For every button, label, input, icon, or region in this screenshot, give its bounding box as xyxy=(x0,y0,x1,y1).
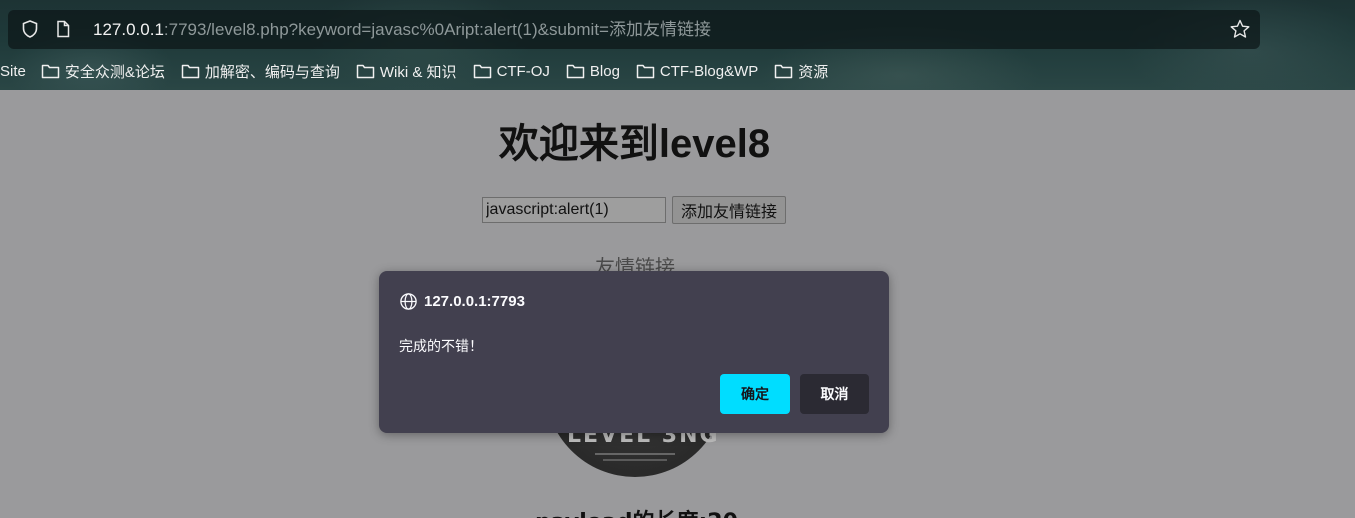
payload-length: payload的长度:20 xyxy=(535,504,738,518)
alert-dialog: 127.0.0.1:7793 完成的不错！ 确定 取消 xyxy=(379,271,889,433)
url-host: 127.0.0.1 xyxy=(93,20,164,39)
bookmarks-toolbar: Site 安全众测&论坛 加解密、编码与查询 Wiki & 知识 CTF-OJ … xyxy=(0,60,844,82)
bookmark-label: 加解密、编码与查询 xyxy=(204,63,340,81)
page-icon[interactable] xyxy=(53,19,73,39)
address-bar[interactable]: 127.0.0.1:7793/level8.php?keyword=javasc… xyxy=(8,10,1260,49)
folder-icon xyxy=(473,64,491,79)
url-path: :7793/level8.php?keyword=javasc%0Aript:a… xyxy=(163,20,711,39)
bookmark-folder[interactable]: 资源 xyxy=(774,61,828,82)
bookmark-label: CTF-OJ xyxy=(496,62,550,80)
bookmark-label: Wiki & 知识 xyxy=(379,63,457,81)
keyword-input[interactable] xyxy=(482,197,666,223)
page-title: 欢迎来到level8 xyxy=(498,122,771,166)
folder-icon xyxy=(775,64,793,79)
bookmark-label: CTF-Blog&WP xyxy=(659,62,759,80)
bookmark-label: Site xyxy=(0,62,26,80)
bookmark-label: 资源 xyxy=(798,63,829,81)
ok-button[interactable]: 确定 xyxy=(720,374,790,414)
browser-chrome: 127.0.0.1:7793/level8.php?keyword=javasc… xyxy=(0,0,1355,90)
bookmark-folder[interactable]: Blog xyxy=(566,63,620,80)
bookmark-label: Blog xyxy=(589,62,620,80)
bookmark-folder[interactable]: CTF-OJ xyxy=(473,63,550,80)
folder-icon xyxy=(41,64,60,79)
url-text[interactable]: 127.0.0.1:7793/level8.php?keyword=javasc… xyxy=(93,19,711,40)
dialog-origin: 127.0.0.1:7793 xyxy=(424,293,525,310)
folder-icon xyxy=(636,64,655,79)
bookmark-label: 安全众测&论坛 xyxy=(64,63,165,81)
bookmark-star-icon[interactable] xyxy=(1229,18,1251,40)
bookmark-folder[interactable]: Wiki & 知识 xyxy=(356,61,457,82)
folder-icon xyxy=(566,64,585,79)
dialog-message: 完成的不错！ xyxy=(399,339,483,355)
folder-icon xyxy=(356,64,375,79)
bookmark-site[interactable]: Site xyxy=(0,63,26,80)
cancel-button[interactable]: 取消 xyxy=(800,374,869,414)
bookmark-folder[interactable]: CTF-Blog&WP xyxy=(636,63,758,80)
bookmark-folder[interactable]: 加解密、编码与查询 xyxy=(181,61,340,82)
globe-icon xyxy=(400,293,417,310)
add-link-button[interactable]: 添加友情链接 xyxy=(672,196,786,224)
bookmark-folder[interactable]: 安全众测&论坛 xyxy=(41,61,165,82)
shield-icon[interactable] xyxy=(20,19,40,39)
folder-icon xyxy=(181,64,200,79)
